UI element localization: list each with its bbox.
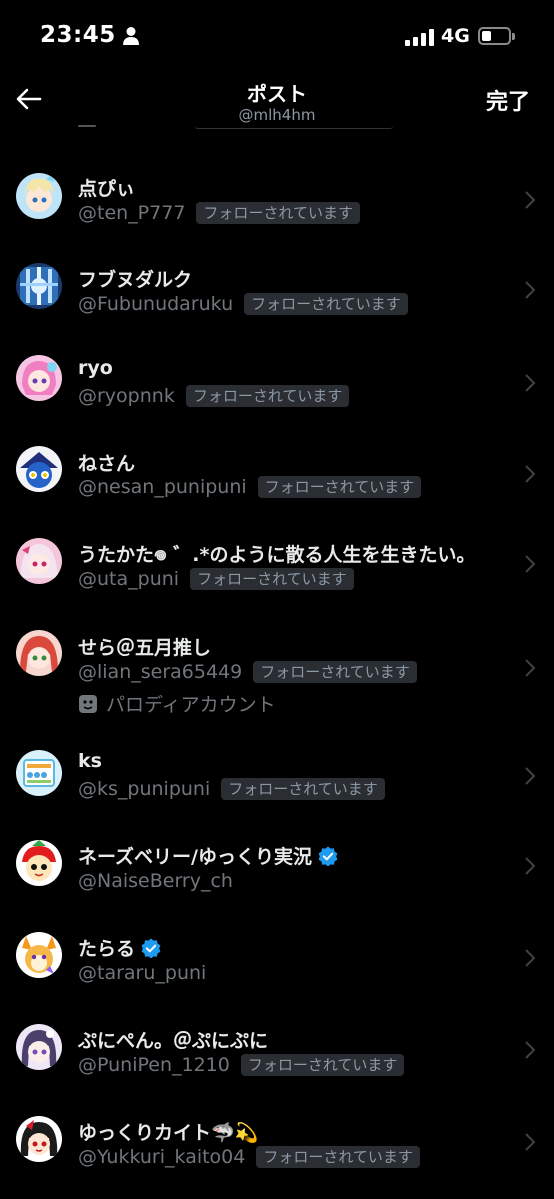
parody-label: パロディアカウント xyxy=(106,694,276,716)
divider xyxy=(78,125,96,127)
follows-you-badge: フォローされています xyxy=(185,385,350,407)
page-subtitle: @mlh4hm xyxy=(238,106,316,124)
list-item[interactable]: ぷにぺん。＠ぷにぷに @PuniPen_1210 フォローされています xyxy=(0,1004,554,1096)
user-handle: @ks_punipuni xyxy=(78,778,211,800)
list-item[interactable]: 点ぴぃ @ten_P777 フォローされています xyxy=(0,150,554,242)
avatar xyxy=(16,630,62,676)
page-title: ポスト xyxy=(247,82,307,106)
user-name: たらる xyxy=(78,938,136,960)
chevron-right-icon xyxy=(525,374,536,392)
status-bar: 23:45 4G xyxy=(0,0,554,70)
follows-you-badge: フォローされています xyxy=(256,1146,420,1168)
avatar xyxy=(16,840,62,886)
status-time: 23:45 xyxy=(40,22,116,48)
chevron-right-icon xyxy=(525,555,536,573)
follows-you-badge: フォローされています xyxy=(257,476,422,498)
user-handle: @Yukkuri_kaito04 xyxy=(78,1146,246,1168)
user-handle: @NaiseBerry_ch xyxy=(78,870,233,892)
user-handle: @tararu_puni xyxy=(78,962,207,984)
chevron-right-icon xyxy=(525,767,536,785)
avatar xyxy=(16,263,62,309)
user-name: せら＠五月推し xyxy=(78,637,212,659)
list-item[interactable]: うたかた𖦹 ゛.*のように散る人生を生きたい。 @uta_puni フォローされて… xyxy=(0,516,554,610)
nav-header: ポスト @mlh4hm 完了 xyxy=(0,70,554,134)
follows-you-badge: フォローされています xyxy=(244,293,408,315)
user-name: フブヌダルク xyxy=(78,269,193,291)
avatar xyxy=(16,355,62,401)
user-handle: @uta_puni xyxy=(78,568,180,590)
avatar xyxy=(16,538,62,584)
verified-badge-icon xyxy=(318,846,338,866)
chevron-right-icon xyxy=(525,1041,536,1059)
list-item[interactable]: せら＠五月推し @lian_sera65449 フォローされています パロディアカ… xyxy=(0,610,554,730)
chevron-right-icon xyxy=(525,191,536,209)
signal-icon xyxy=(405,28,435,46)
avatar xyxy=(16,932,62,978)
list-item[interactable]: ryo @ryopnnk フォローされています xyxy=(0,333,554,425)
network-type: 4G xyxy=(441,25,470,47)
divider xyxy=(195,126,393,129)
chevron-right-icon xyxy=(525,949,536,967)
user-name: ks xyxy=(78,750,102,772)
chevron-right-icon xyxy=(525,857,536,875)
user-handle: @nesan_punipuni xyxy=(78,476,247,498)
list-item[interactable]: ねさん @nesan_punipuni フォローされています xyxy=(0,425,554,516)
follows-you-badge: フォローされています xyxy=(253,661,417,683)
list-item[interactable]: ゆっくりカイト🦈💫 @Yukkuri_kaito04 フォローされています xyxy=(0,1096,554,1188)
chevron-right-icon xyxy=(525,1133,536,1151)
user-handle: @ryopnnk xyxy=(78,385,175,407)
user-handle: @ten_P777 xyxy=(78,202,186,224)
avatar xyxy=(16,446,62,492)
list-item[interactable]: たらる @tararu_puni xyxy=(0,912,554,1004)
user-name: ぷにぺん。＠ぷにぷに xyxy=(78,1030,269,1052)
chevron-right-icon xyxy=(525,281,536,299)
done-button[interactable]: 完了 xyxy=(486,84,530,116)
avatar xyxy=(16,750,62,796)
follows-you-badge: フォローされています xyxy=(190,568,354,590)
user-name: ねさん xyxy=(78,453,136,475)
chevron-right-icon xyxy=(525,465,536,483)
user-name: 点ぴぃ xyxy=(78,178,136,200)
follows-you-badge: フォローされています xyxy=(221,778,385,800)
parody-mask-icon xyxy=(79,694,97,713)
list-item[interactable]: ネーズベリー/ゆっくり実況 @NaiseBerry_ch xyxy=(0,820,554,912)
user-name: ゆっくりカイト🦈💫 xyxy=(78,1122,259,1144)
list-item[interactable]: ks @ks_punipuni フォローされています xyxy=(0,730,554,820)
avatar xyxy=(16,1116,62,1162)
person-icon xyxy=(123,27,139,45)
verified-badge-icon xyxy=(141,938,161,958)
follows-you-badge: フォローされています xyxy=(240,1054,405,1076)
user-name: ryo xyxy=(78,357,113,379)
avatar xyxy=(16,1024,62,1070)
user-handle: @PuniPen_1210 xyxy=(78,1054,230,1076)
user-name: うたかた𖦹 ゛.*のように散る人生を生きたい。 xyxy=(78,544,476,566)
user-name: ネーズベリー/ゆっくり実況 xyxy=(78,846,312,868)
chevron-right-icon xyxy=(525,659,536,677)
list-item[interactable]: フブヌダルク @Fubunudaruku フォローされています xyxy=(0,242,554,333)
user-handle: @Fubunudaruku xyxy=(78,293,234,315)
user-handle: @lian_sera65449 xyxy=(78,661,243,683)
battery-icon xyxy=(478,27,515,45)
avatar xyxy=(16,173,62,219)
follows-you-badge: フォローされています xyxy=(196,202,360,224)
